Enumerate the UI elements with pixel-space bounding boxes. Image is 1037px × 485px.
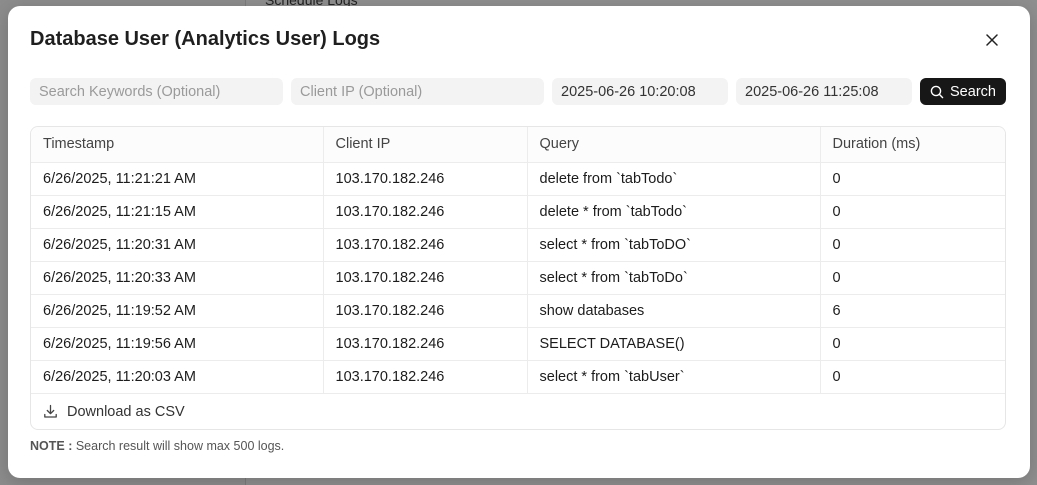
start-datetime-input[interactable] <box>552 78 728 105</box>
table-row: 6/26/2025, 11:20:03 AM 103.170.182.246 s… <box>31 360 1005 394</box>
cell-query: select * from `tabToDO` <box>526 228 820 262</box>
download-csv-button[interactable]: Download as CSV <box>31 394 1005 430</box>
cell-duration: 6 <box>819 294 1005 328</box>
end-datetime-input[interactable] <box>736 78 912 105</box>
table-row: 6/26/2025, 11:21:21 AM 103.170.182.246 d… <box>31 162 1005 196</box>
search-keywords-input[interactable] <box>30 78 283 105</box>
column-header-timestamp: Timestamp <box>31 127 323 163</box>
column-header-client-ip: Client IP <box>322 127 527 163</box>
cell-client-ip: 103.170.182.246 <box>322 327 527 361</box>
logs-table: Timestamp Client IP Query Duration (ms) … <box>31 127 1005 394</box>
download-icon <box>44 404 57 418</box>
table-row: 6/26/2025, 11:20:33 AM 103.170.182.246 s… <box>31 261 1005 295</box>
cell-client-ip: 103.170.182.246 <box>322 195 527 229</box>
search-button-label: Search <box>950 83 996 100</box>
cell-timestamp: 6/26/2025, 11:20:31 AM <box>31 228 323 262</box>
search-button[interactable]: Search <box>920 78 1006 105</box>
cell-duration: 0 <box>819 162 1005 196</box>
cell-query: select * from `tabToDo` <box>526 261 820 295</box>
table-header-row: Timestamp Client IP Query Duration (ms) <box>31 127 1005 163</box>
cell-client-ip: 103.170.182.246 <box>322 294 527 328</box>
cell-duration: 0 <box>819 195 1005 229</box>
table-row: 6/26/2025, 11:21:15 AM 103.170.182.246 d… <box>31 195 1005 229</box>
cell-duration: 0 <box>819 261 1005 295</box>
table-row: 6/26/2025, 11:19:52 AM 103.170.182.246 s… <box>31 294 1005 328</box>
cell-timestamp: 6/26/2025, 11:19:56 AM <box>31 327 323 361</box>
table-row: 6/26/2025, 11:20:31 AM 103.170.182.246 s… <box>31 228 1005 262</box>
cell-timestamp: 6/26/2025, 11:20:03 AM <box>31 360 323 394</box>
logs-dialog: Database User (Analytics User) Logs Sear… <box>8 6 1030 478</box>
close-button[interactable] <box>980 30 1004 50</box>
cell-timestamp: 6/26/2025, 11:20:33 AM <box>31 261 323 295</box>
cell-client-ip: 103.170.182.246 <box>322 261 527 295</box>
column-header-query: Query <box>526 127 820 163</box>
logs-table-container: Timestamp Client IP Query Duration (ms) … <box>30 126 1006 430</box>
note-prefix: NOTE : <box>30 439 73 453</box>
note-body: Search result will show max 500 logs. <box>75 439 285 453</box>
cell-client-ip: 103.170.182.246 <box>322 360 527 394</box>
cell-timestamp: 6/26/2025, 11:21:21 AM <box>31 162 323 196</box>
cell-query: select * from `tabUser` <box>526 360 820 394</box>
close-icon <box>986 34 998 46</box>
column-header-duration: Duration (ms) <box>819 127 1005 163</box>
cell-duration: 0 <box>819 228 1005 262</box>
cell-duration: 0 <box>819 360 1005 394</box>
download-csv-label: Download as CSV <box>67 403 185 420</box>
cell-query: show databases <box>526 294 820 328</box>
cell-timestamp: 6/26/2025, 11:21:15 AM <box>31 195 323 229</box>
search-icon <box>930 85 944 98</box>
cell-query: delete * from `tabTodo` <box>526 195 820 229</box>
cell-query: SELECT DATABASE() <box>526 327 820 361</box>
cell-timestamp: 6/26/2025, 11:19:52 AM <box>31 294 323 328</box>
dialog-title: Database User (Analytics User) Logs <box>30 28 381 50</box>
cell-duration: 0 <box>819 327 1005 361</box>
cell-client-ip: 103.170.182.246 <box>322 162 527 196</box>
cell-query: delete from `tabTodo` <box>526 162 820 196</box>
client-ip-input[interactable] <box>291 78 544 105</box>
table-row: 6/26/2025, 11:19:56 AM 103.170.182.246 S… <box>31 327 1005 361</box>
cell-client-ip: 103.170.182.246 <box>322 228 527 262</box>
note-text: NOTE : Search result will show max 500 l… <box>30 439 284 453</box>
